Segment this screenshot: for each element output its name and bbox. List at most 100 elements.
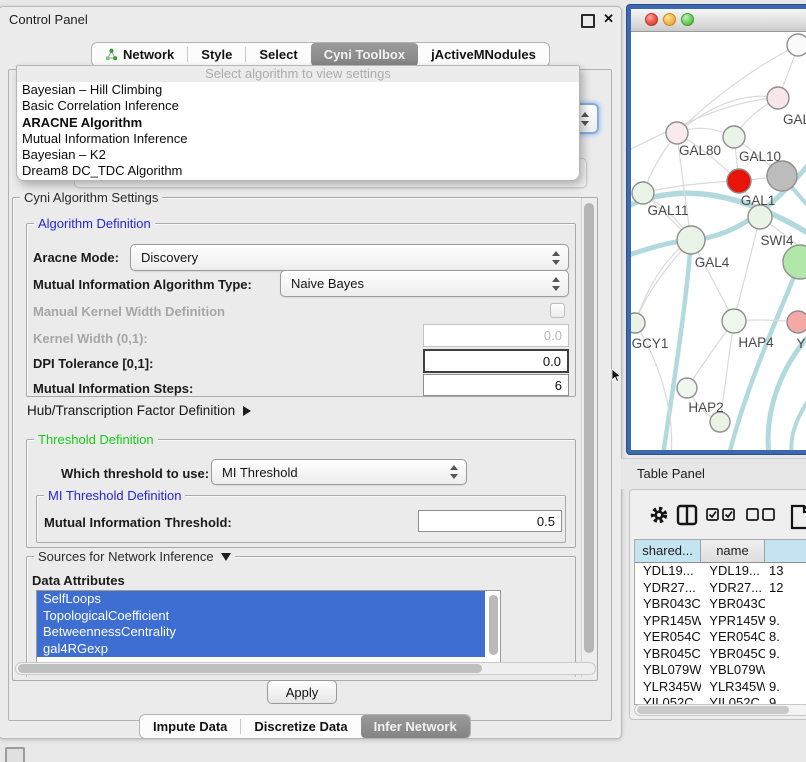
tab-select[interactable]: Select — [246, 43, 310, 66]
network-node-green-big[interactable] — [783, 245, 806, 279]
select-all-checkboxes-icon[interactable] — [706, 504, 736, 531]
scrollbar-thumb[interactable] — [18, 664, 482, 673]
list-scrollbar-thumb[interactable] — [489, 595, 498, 655]
table-row[interactable]: YBR043CYBR043C — [635, 596, 806, 613]
combo-stepper-icon — [581, 112, 590, 126]
network-node-gal10[interactable] — [723, 126, 745, 148]
attribute-item-topologicalcoefficient[interactable]: TopologicalCoefficient — [37, 608, 485, 625]
network-node-gray-node[interactable] — [767, 161, 797, 191]
algorithm-option-bayesian-hill-climbing[interactable]: Bayesian – Hill Climbing — [17, 82, 579, 98]
hub-definition-expander[interactable]: Hub/Transcription Factor Definition — [27, 403, 251, 418]
network-canvas[interactable]: GALGAL80GAL10GAL1GAL11SWI4GAL4GCY1HAP4YH… — [631, 31, 806, 454]
network-edge[interactable] — [729, 262, 800, 454]
algorithm-option-basic-correlation-inference[interactable]: Basic Correlation Inference — [17, 98, 579, 114]
apply-button[interactable]: Apply — [267, 680, 337, 704]
table-cell: YLR345W — [701, 679, 765, 696]
sources-title[interactable]: Sources for Network Inference — [34, 549, 235, 564]
table-row[interactable]: YBL079WYBL079W — [635, 662, 806, 679]
attribute-item-betweennesscentrality[interactable]: BetweennessCentrality — [37, 624, 485, 641]
mi-algorithm-type-combo[interactable]: Naive Bayes — [280, 270, 569, 297]
column-header-shared[interactable]: shared... — [635, 540, 701, 562]
network-node-gal80[interactable] — [666, 122, 688, 144]
attribute-item-gal4rgexp[interactable]: gal4RGexp — [37, 641, 485, 658]
table-cell: 9. — [765, 646, 806, 663]
network-node-hap2[interactable] — [677, 378, 697, 398]
mi-threshold-field[interactable]: 0.5 — [418, 510, 562, 532]
algorithm-dropdown-placeholder: Select algorithm to view settings — [17, 66, 579, 82]
table-row[interactable]: YPR145WYPR145W9. — [635, 613, 806, 630]
table-cell: YLR345W — [635, 679, 701, 696]
combo-stepper-icon — [450, 465, 459, 479]
algorithm-dropdown-popup: Select algorithm to view settings Bayesi… — [16, 65, 580, 181]
scrollbar-thumb[interactable] — [637, 706, 789, 714]
combo-stepper-icon — [552, 277, 561, 291]
node-label-gcy1: GCY1 — [632, 336, 669, 351]
network-node-gal11[interactable] — [632, 182, 654, 204]
settings-vertical-scrollbar[interactable] — [581, 198, 596, 677]
tab-impute-data[interactable]: Impute Data — [140, 715, 240, 738]
node-table: shared...name YDL19...YDL19...13YDR27...… — [634, 539, 806, 705]
tab-cyni-toolbox[interactable]: Cyni Toolbox — [311, 43, 418, 66]
combo-stepper-icon — [552, 251, 561, 265]
column-header-name[interactable]: name — [701, 540, 765, 562]
dock-panel-icon[interactable] — [5, 747, 25, 762]
algorithm-option-bayesian-k2[interactable]: Bayesian – K2 — [17, 147, 579, 163]
algorithm-option-aracne-algorithm[interactable]: ARACNE Algorithm — [17, 115, 579, 131]
deselect-all-checkboxes-icon[interactable] — [746, 504, 776, 531]
which-threshold-value: MI Threshold — [222, 465, 298, 480]
network-edge[interactable] — [734, 217, 760, 321]
column-header-2[interactable] — [765, 540, 806, 562]
table-row[interactable]: YDL19...YDL19...13 — [635, 563, 806, 580]
network-edge[interactable] — [791, 383, 806, 454]
data-attributes-list[interactable]: SelfLoopsTopologicalCoefficientBetweenne… — [36, 590, 501, 663]
table-horizontal-scrollbar[interactable] — [634, 704, 806, 716]
network-node-gal-pink[interactable] — [767, 87, 789, 109]
column-layout-icon[interactable] — [676, 504, 698, 531]
network-node-hap4[interactable] — [722, 309, 746, 333]
node-label-gal80: GAL80 — [679, 143, 721, 158]
mi-steps-field[interactable]: 6 — [423, 374, 569, 396]
scrollbar-thumb[interactable] — [584, 203, 594, 653]
tab-infer-network[interactable]: Infer Network — [361, 715, 470, 738]
algorithm-option-dream8-dc-tdc-algorithm[interactable]: Dream8 DC_TDC Algorithm — [17, 163, 579, 179]
aracne-mode-combo[interactable]: Discovery — [130, 244, 569, 271]
kernel-width-label: Kernel Width (0,1): — [33, 331, 148, 346]
settings-gear-icon[interactable] — [648, 504, 670, 531]
table-cell: YDL19... — [701, 563, 765, 580]
float-icon[interactable] — [581, 14, 595, 28]
network-node-bottom-node[interactable] — [710, 412, 730, 432]
manual-kernel-width-checkbox[interactable] — [550, 303, 565, 318]
table-cell: 9. — [765, 679, 806, 696]
kernel-width-field[interactable]: 0.0 — [423, 324, 569, 347]
export-table-icon[interactable] — [790, 504, 806, 535]
network-node-top-node[interactable] — [787, 34, 806, 56]
table-row[interactable]: YLR345WYLR345W9. — [635, 679, 806, 696]
settings-horizontal-scrollbar[interactable] — [15, 662, 596, 675]
network-node-mid-node[interactable] — [748, 205, 772, 229]
bottom-tabbar: Impute DataDiscretize DataInfer Network — [139, 714, 471, 739]
tab-network[interactable]: Network — [92, 43, 187, 66]
network-node-gal4[interactable] — [677, 226, 705, 254]
table-cell: YBL079W — [635, 662, 701, 679]
tab-jactivemnodules[interactable]: jActiveMNodules — [418, 43, 549, 66]
table-cell: YER054C — [635, 629, 701, 646]
close-traffic-light-icon[interactable] — [645, 13, 658, 26]
tab-discretize-data[interactable]: Discretize Data — [241, 715, 360, 738]
network-node-salmon-node[interactable] — [787, 311, 806, 333]
dpi-tolerance-field[interactable]: 0.0 — [423, 349, 569, 373]
minimize-traffic-light-icon[interactable] — [663, 13, 676, 26]
network-node-gal1[interactable] — [727, 169, 751, 193]
attribute-item-selfloops[interactable]: SelfLoops — [37, 591, 485, 608]
cyni-settings-title: Cyni Algorithm Settings — [20, 190, 162, 205]
table-row[interactable]: YDR27...YDR27...12 — [635, 580, 806, 597]
table-row[interactable]: YER054CYER054C8. — [635, 629, 806, 646]
table-panel-titlebar: Table Panel — [621, 458, 806, 489]
control-panel-titlebar: Control Panel ✕ — [0, 7, 621, 33]
table-row[interactable]: YBR045CYBR045C9. — [635, 646, 806, 663]
close-icon[interactable]: ✕ — [603, 11, 614, 27]
network-node-left-node[interactable] — [631, 313, 645, 333]
which-threshold-combo[interactable]: MI Threshold — [211, 459, 467, 485]
algorithm-option-mutual-information-inference[interactable]: Mutual Information Inference — [17, 131, 579, 147]
tab-style[interactable]: Style — [188, 43, 245, 66]
zoom-traffic-light-icon[interactable] — [681, 13, 694, 26]
